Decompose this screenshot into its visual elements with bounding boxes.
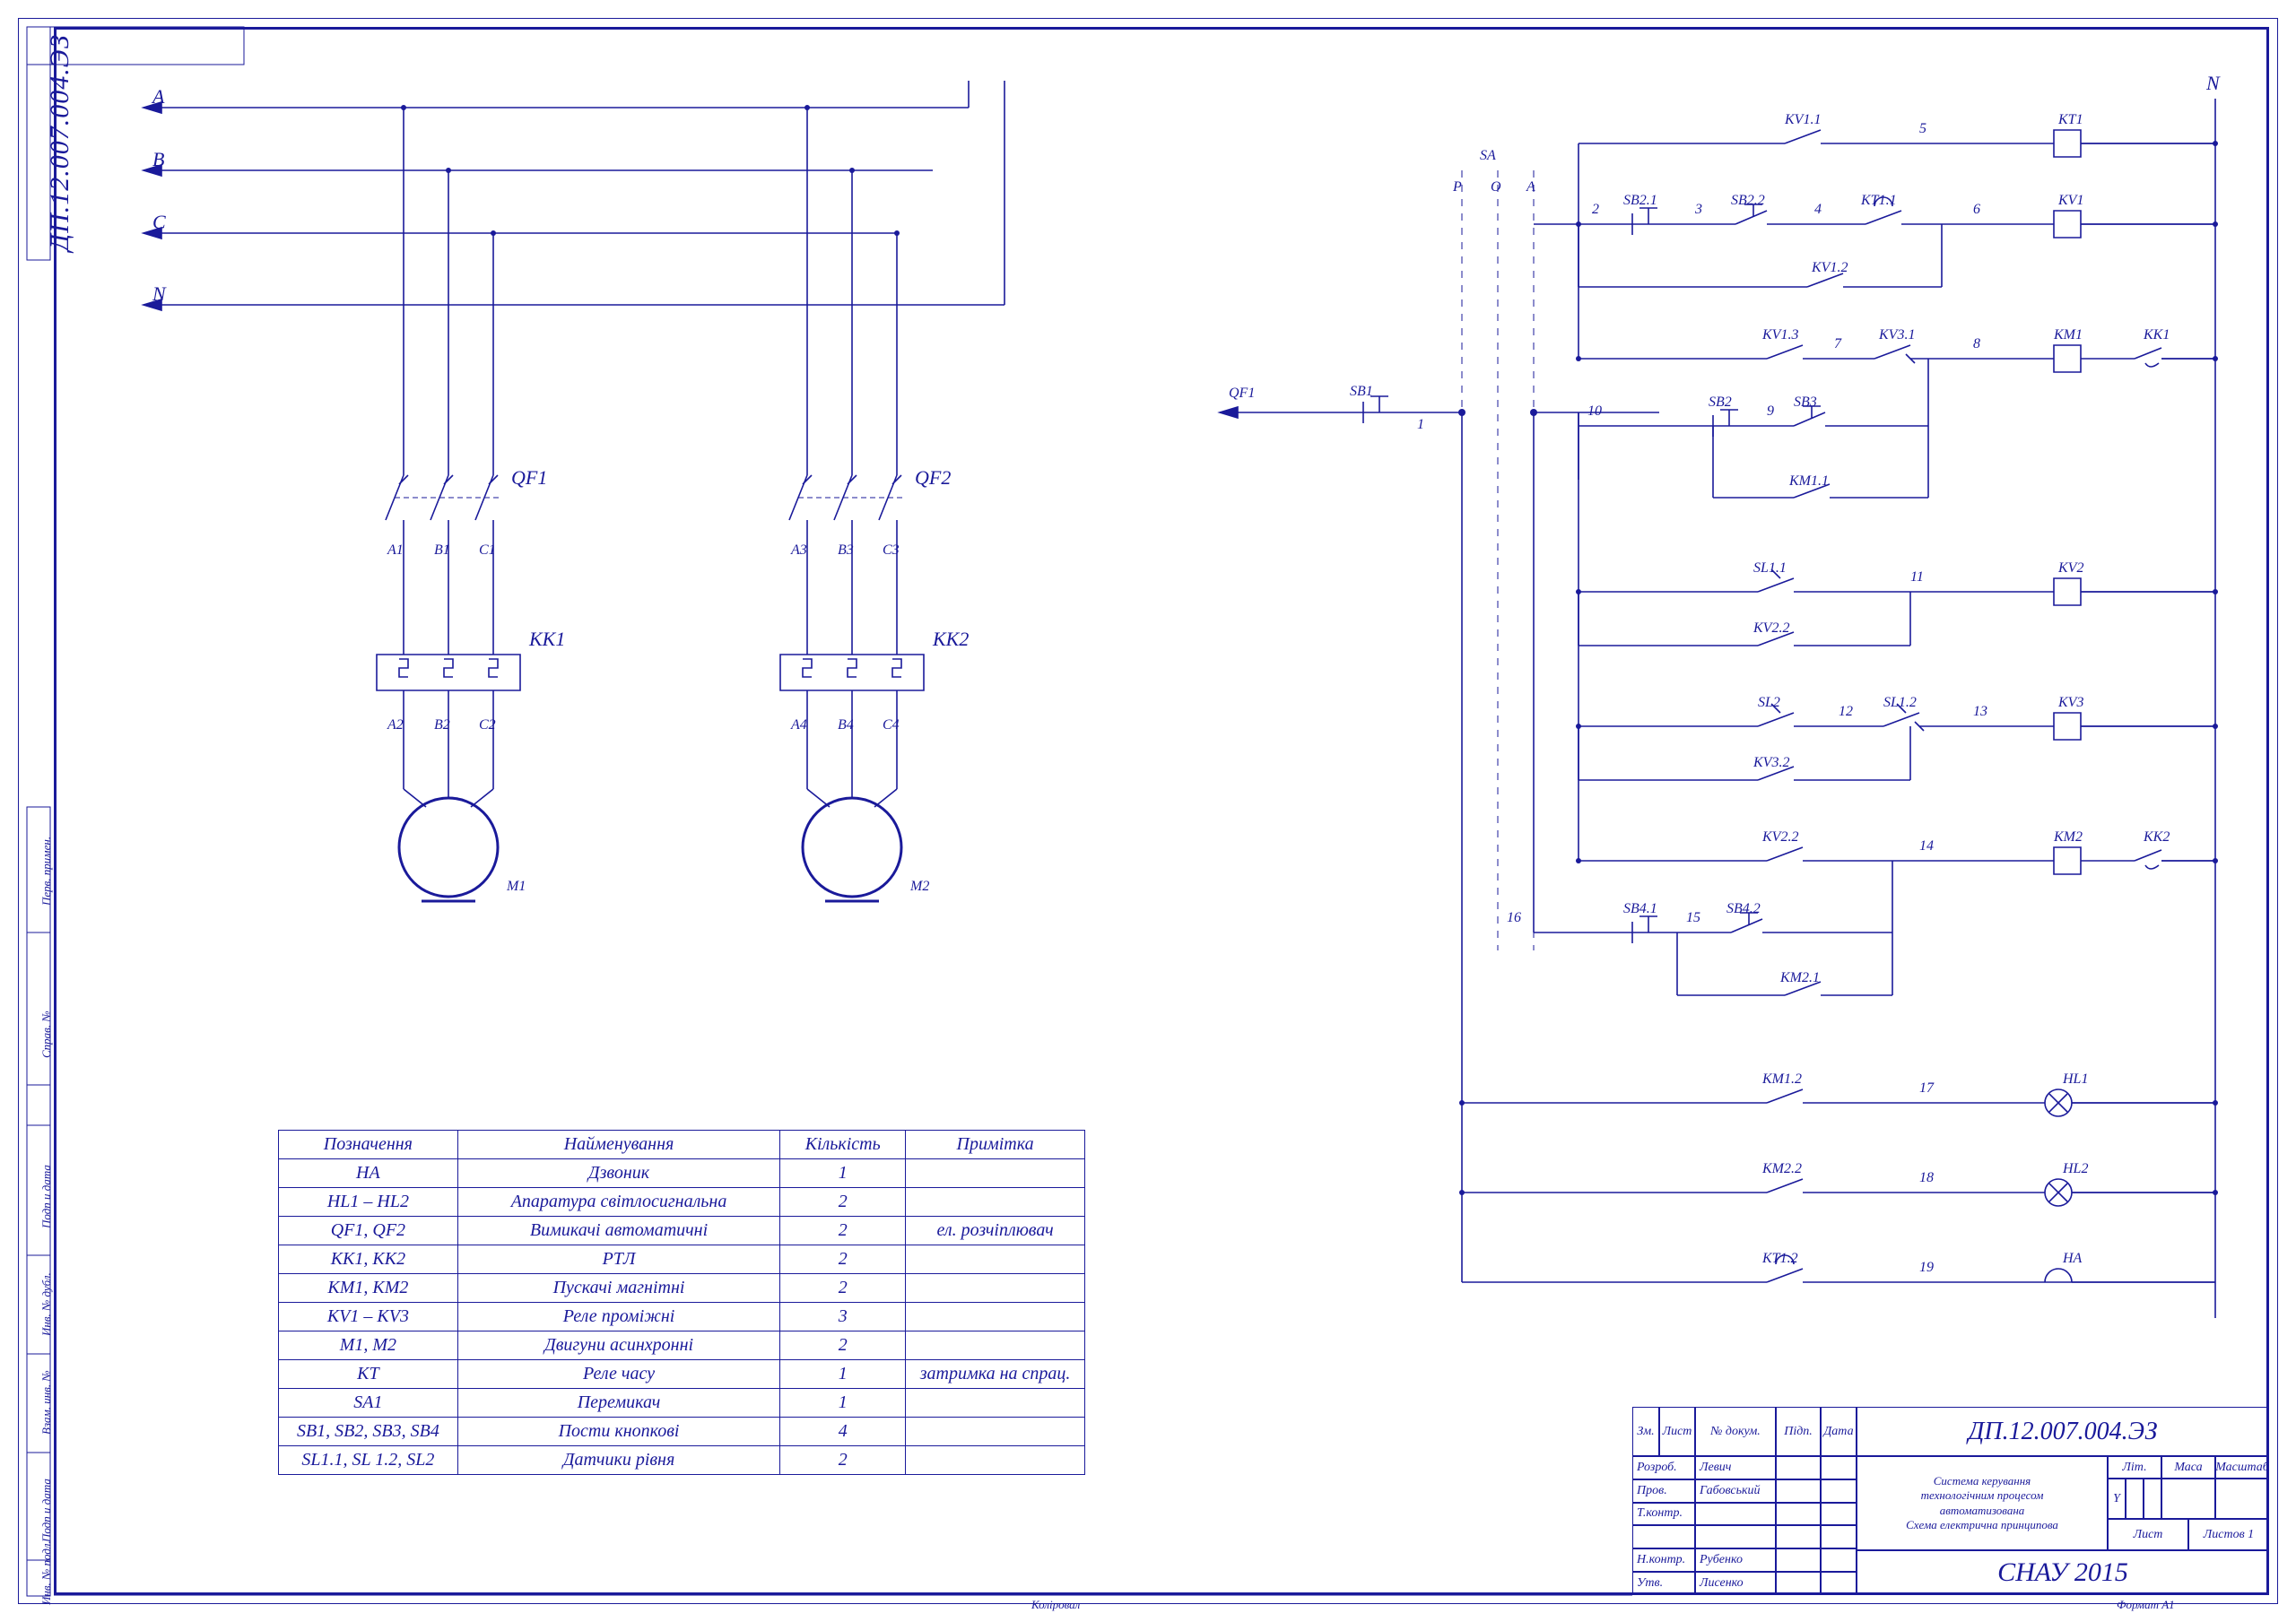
footer-copy: Коліровал	[1031, 1598, 1080, 1612]
footer-svg	[0, 0, 2296, 1622]
footer-format: Формат A1	[2117, 1598, 2175, 1612]
